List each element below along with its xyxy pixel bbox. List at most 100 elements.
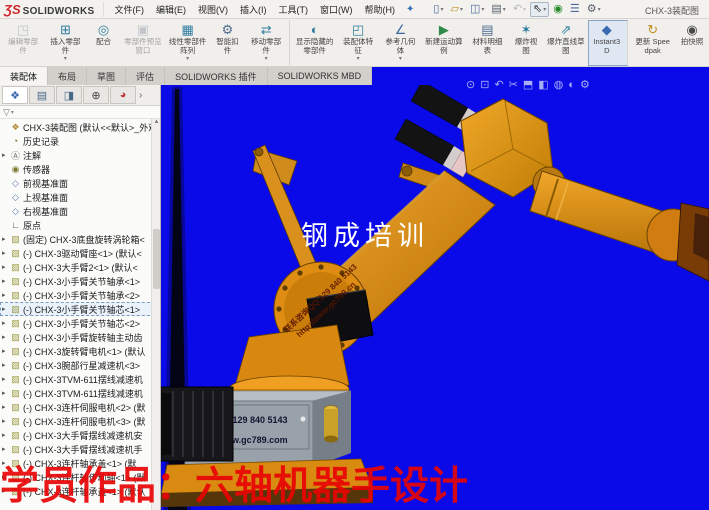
- command-tab[interactable]: 评估: [126, 67, 165, 85]
- graphics-viewport[interactable]: 学习 QQ:129 840 5143 http://www.gc789.com: [161, 85, 709, 510]
- dropdown-caret-icon[interactable]: ▾: [523, 6, 526, 13]
- ribbon-button[interactable]: ▶ 新建运动算例: [422, 20, 467, 66]
- tree-item[interactable]: ▸ ▧ (-) CHX-3TVM-611摆线减速机: [0, 386, 160, 400]
- tree-item[interactable]: ▸ ▧ (-) CHX-3连杆轴承盖<1> (默认: [0, 484, 160, 498]
- dropdown-caret-icon[interactable]: ▾: [440, 6, 443, 13]
- expand-arrow-icon[interactable]: ▸: [2, 431, 10, 439]
- ribbon-button[interactable]: ∠ 参考几何体 ▾: [379, 20, 421, 66]
- ribbon-button[interactable]: ⇗ 爆炸直线草图: [544, 20, 589, 66]
- view-orientation-icon[interactable]: ⬒: [523, 79, 533, 91]
- expand-arrow-icon[interactable]: ▸: [2, 403, 10, 411]
- expand-arrow-icon[interactable]: ▸: [2, 417, 10, 425]
- panel-more-icon[interactable]: ›: [139, 90, 142, 101]
- command-tab[interactable]: 草图: [87, 67, 126, 85]
- previous-view-icon[interactable]: ↶: [494, 79, 503, 91]
- ribbon-button[interactable]: ◳ 编辑零部件: [2, 20, 44, 66]
- tree-item[interactable]: ▸ ▧ (-) CHX-3小手臂关节轴承<2>: [0, 288, 160, 302]
- tree-item[interactable]: ▸ ◇ 前视基准面: [0, 176, 160, 190]
- expand-arrow-icon[interactable]: ▸: [2, 375, 10, 383]
- dropdown-caret-icon[interactable]: ▾: [598, 6, 601, 13]
- tree-item[interactable]: ▸ ▧ (-) CHX-3连杆伺服电机<3> (默: [0, 414, 160, 428]
- save[interactable]: ◫ ▾: [467, 2, 487, 17]
- menu-item[interactable]: 工具(T): [274, 1, 314, 18]
- dropdown-caret-icon[interactable]: ▾: [543, 6, 546, 13]
- dropdown-caret-icon[interactable]: ▾: [186, 56, 189, 62]
- zoom-area-icon[interactable]: ⊡: [480, 79, 489, 91]
- tree-item[interactable]: ▸ ▧ (-) CHX-3旋转臂电机<1> (默认: [0, 344, 160, 358]
- propertymanager-tab[interactable]: ▤: [29, 86, 55, 104]
- open-file[interactable]: ▱ ▾: [447, 2, 465, 17]
- tree-item[interactable]: ▸ ▧ (-) CHX-3大手臂摆线减速机安: [0, 428, 160, 442]
- zoom-fit-icon[interactable]: ⊙: [466, 79, 475, 91]
- menu-item[interactable]: 帮助(H): [360, 1, 401, 18]
- dropdown-caret-icon[interactable]: ▾: [399, 56, 402, 62]
- scroll-up-icon[interactable]: ▲: [152, 119, 160, 125]
- tree-item[interactable]: ▸ ▧ (-) CHX-3连杆轴传动轴<1> (默: [0, 470, 160, 484]
- expand-arrow-icon[interactable]: ▸: [2, 291, 10, 299]
- tree-item[interactable]: ▸ ▧ (-) CHX-3小手臂关节轴芯<2>: [0, 316, 160, 330]
- menu-item[interactable]: 编辑(E): [151, 1, 191, 18]
- menu-item[interactable]: 视图(V): [193, 1, 233, 18]
- expand-arrow-icon[interactable]: ▸: [2, 263, 10, 271]
- expand-arrow-icon[interactable]: ▸: [2, 235, 10, 243]
- featuremanager-tab[interactable]: ❖: [2, 86, 28, 104]
- menu-item[interactable]: 插入(I): [235, 1, 272, 18]
- expand-arrow-icon[interactable]: ▸: [2, 459, 10, 467]
- expand-arrow-icon[interactable]: ▸: [2, 305, 10, 313]
- expand-arrow-icon[interactable]: ▸: [2, 389, 10, 397]
- command-tab[interactable]: 布局: [48, 67, 87, 85]
- scene-icon[interactable]: ⚙: [580, 79, 590, 91]
- tree-item[interactable]: ▸ ▧ (-) CHX-3小手臂关节轴承<1>: [0, 274, 160, 288]
- ribbon-button[interactable]: ▣ 零部件预览窗口: [121, 20, 166, 66]
- ribbon-button[interactable]: ⊞ 插入零部件 ▾: [44, 20, 86, 66]
- ribbon-button[interactable]: ▦ 线性零部件阵列 ▾: [165, 20, 210, 66]
- file-properties[interactable]: ☰: [567, 2, 583, 17]
- hide-show-items-icon[interactable]: ◍: [554, 79, 564, 91]
- tree-item[interactable]: ▸ ▧ (-) CHX-3小手臂旋转轴主动齿: [0, 330, 160, 344]
- ribbon-button[interactable]: ↻ 更新 Speedpak: [630, 20, 675, 66]
- expand-arrow-icon[interactable]: ▸: [2, 151, 10, 159]
- dropdown-caret-icon[interactable]: ▾: [357, 56, 360, 62]
- dropdown-caret-icon[interactable]: ▾: [481, 6, 484, 13]
- tree-item[interactable]: ▸ ▧ (-) CHX-3驱动臂座<1> (默认<: [0, 246, 160, 260]
- rebuild[interactable]: ◉: [550, 2, 566, 17]
- dropdown-caret-icon[interactable]: ▾: [64, 56, 67, 62]
- tree-item[interactable]: ▸ ◔ 历史记录: [0, 134, 160, 148]
- expand-arrow-icon[interactable]: ▸: [2, 445, 10, 453]
- ribbon-button[interactable]: ◰ 装配体特征 ▾: [337, 20, 379, 66]
- ribbon-button[interactable]: ◐ 显示隐藏的零部件: [292, 20, 337, 66]
- tree-item[interactable]: ▸ ◇ 右视基准面: [0, 204, 160, 218]
- dropdown-caret-icon[interactable]: ▾: [265, 56, 268, 62]
- ribbon-button[interactable]: ⚙ 智能扣件: [210, 20, 245, 66]
- expand-arrow-icon[interactable]: ▸: [2, 319, 10, 327]
- tree-item[interactable]: ▸ Ⓐ 注解: [0, 148, 160, 162]
- print[interactable]: ▤ ▾: [488, 2, 508, 17]
- new-file[interactable]: ▯ ▾: [430, 2, 446, 17]
- command-tab[interactable]: 装配体: [0, 67, 48, 85]
- ribbon-button[interactable]: ✶ 爆炸视图: [509, 20, 544, 66]
- select-pointer[interactable]: ⇖ ▾: [530, 2, 549, 17]
- menu-item[interactable]: 文件(F): [110, 1, 150, 18]
- ribbon-button[interactable]: ◉ 拍快照: [675, 20, 709, 66]
- tree-item[interactable]: ▸ ▧ (-) CHX-3大手臂摆线减速机手: [0, 442, 160, 456]
- tree-item[interactable]: ▸ ▧ (-) CHX-3连杆轴承盖<1> (默: [0, 456, 160, 470]
- tree-item[interactable]: ▸ ∟ 原点: [0, 218, 160, 232]
- ribbon-button[interactable]: ◆ Instant3D: [588, 20, 628, 66]
- menu-item[interactable]: 窗口(W): [315, 1, 358, 18]
- configurationmanager-tab[interactable]: ◨: [56, 86, 82, 104]
- ribbon-button[interactable]: ◎ 配合: [87, 20, 121, 66]
- dropdown-caret-icon[interactable]: ▾: [460, 6, 463, 13]
- undo[interactable]: ↶ ▾: [510, 2, 529, 17]
- command-tab[interactable]: SOLIDWORKS MBD: [268, 67, 373, 85]
- tree-item[interactable]: ▸ ▧ (-) CHX-3腕部行星减速机<3>: [0, 358, 160, 372]
- tree-filter-row[interactable]: ▽ ▾: [0, 106, 160, 119]
- expand-arrow-icon[interactable]: ▸: [2, 249, 10, 257]
- pin-icon[interactable]: ✦: [406, 4, 414, 15]
- options[interactable]: ⚙ ▾: [584, 2, 604, 17]
- expand-arrow-icon[interactable]: ▸: [2, 277, 10, 285]
- ribbon-button[interactable]: ⇄ 移动零部件 ▾: [245, 20, 290, 66]
- tree-item[interactable]: ▸ ❖ CHX-3装配图 (默认<<默认>_外观: [0, 120, 160, 134]
- tree-item[interactable]: ▸ ▧ (固定) CHX-3底盘旋转涡轮箱<: [0, 232, 160, 246]
- expand-arrow-icon[interactable]: ▸: [2, 347, 10, 355]
- edit-appearance-icon[interactable]: ◐: [568, 79, 575, 91]
